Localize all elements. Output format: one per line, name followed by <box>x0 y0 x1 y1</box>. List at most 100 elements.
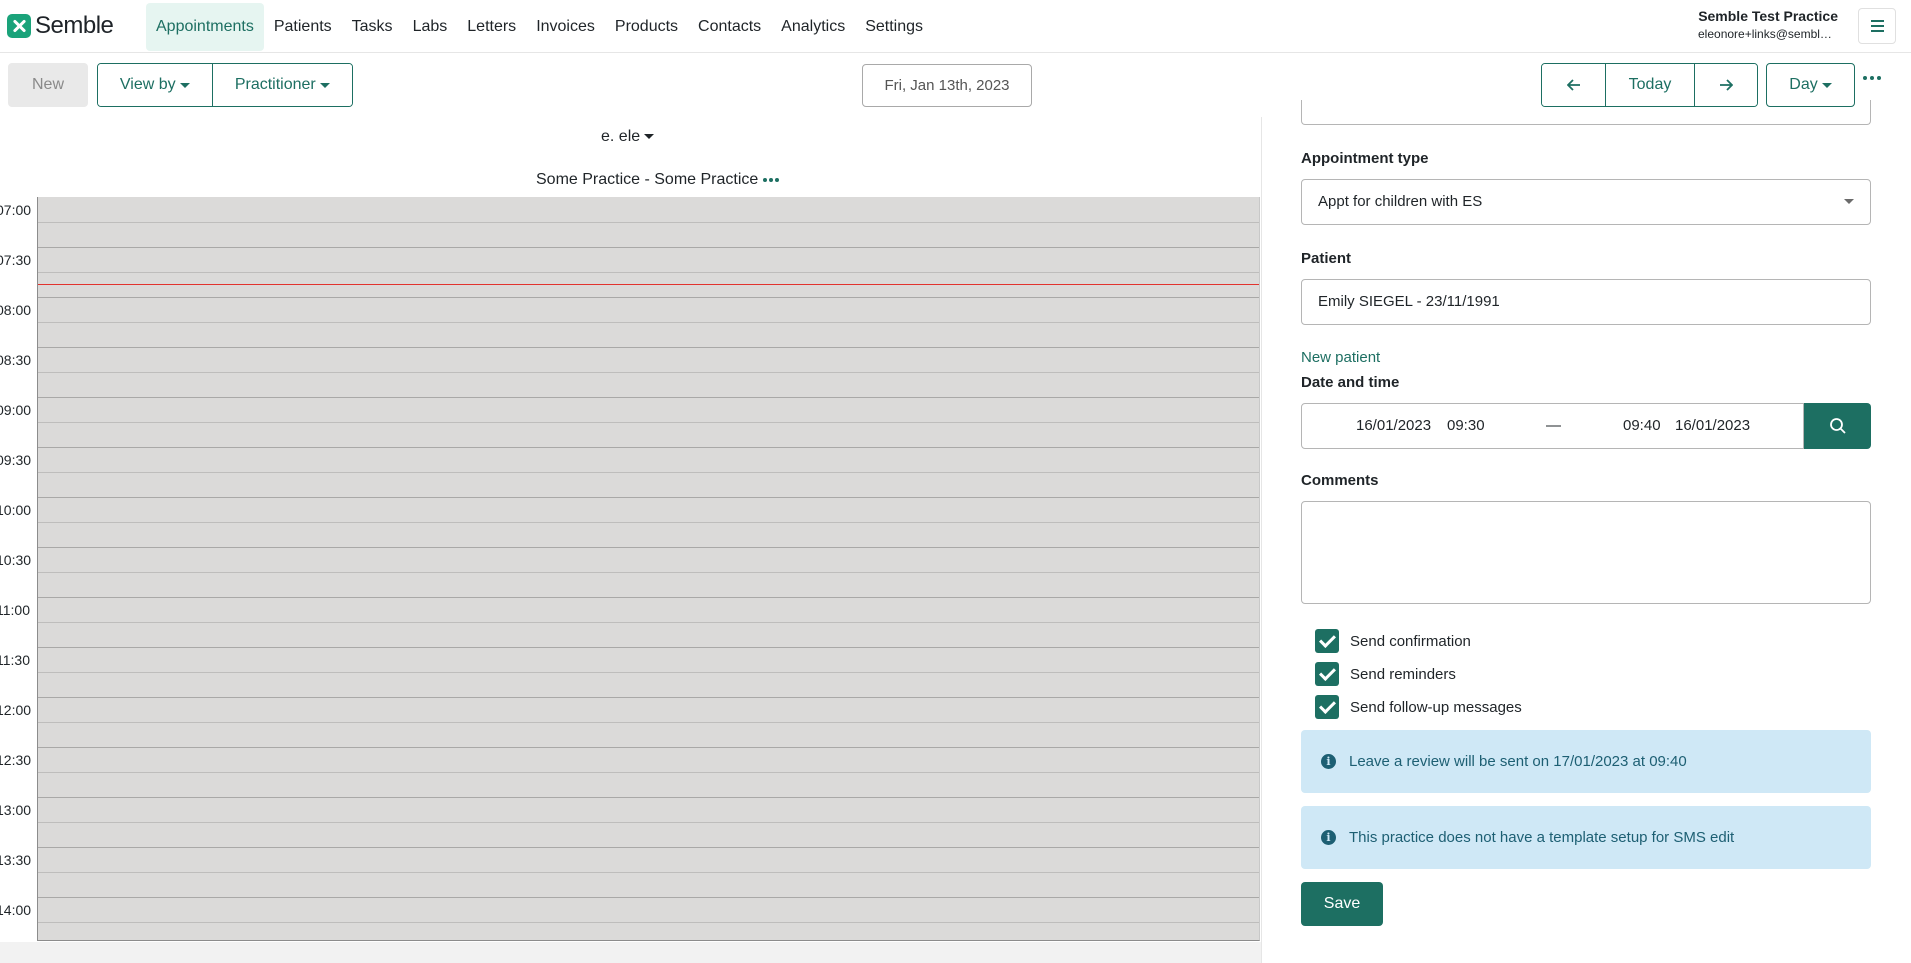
save-button[interactable]: Save <box>1301 882 1383 926</box>
time-label: 08:30 <box>0 352 32 368</box>
time-label: 11:30 <box>0 652 30 668</box>
calendar-slot-line <box>38 847 1259 848</box>
practitioner-dropdown[interactable]: Practitioner <box>211 64 352 106</box>
practice-name-label: Some Practice - Some Practice <box>536 171 759 188</box>
review-info-alert: i Leave a review will be sent on 17/01/2… <box>1301 730 1871 793</box>
time-label: 07:30 <box>0 252 32 268</box>
sms-template-text: This practice does not have a template s… <box>1349 829 1735 846</box>
time-label: 14:00 <box>0 902 32 918</box>
nav-item-products[interactable]: Products <box>605 3 688 51</box>
new-appointment-button[interactable]: New <box>8 63 88 107</box>
patient-label: Patient <box>1301 250 1352 267</box>
appointment-type-label: Appointment type <box>1301 150 1429 167</box>
view-by-label: View by <box>119 76 176 93</box>
view-mode-label: Day <box>1789 76 1818 93</box>
patient-input[interactable]: Emily SIEGEL - 23/11/1991 <box>1301 279 1871 325</box>
nav-item-analytics[interactable]: Analytics <box>771 3 855 51</box>
appointment-type-value: Appt for children with ES <box>1318 193 1483 210</box>
calendar-slot-line <box>38 497 1259 498</box>
date-time-label: Date and time <box>1301 374 1400 391</box>
send-follow-up-label: Send follow-up messages <box>1350 698 1522 716</box>
new-patient-link[interactable]: New patient <box>1301 349 1380 366</box>
time-label: 13:30 <box>0 852 32 868</box>
send-confirmation-label: Send confirmation <box>1350 632 1471 650</box>
chevron-down-icon <box>644 134 655 140</box>
calendar-slot-line <box>38 297 1259 298</box>
more-dots-icon <box>1863 76 1867 80</box>
arrow-right-icon <box>1720 79 1733 91</box>
calendar-slot-line <box>38 272 1259 273</box>
nav-item-settings[interactable]: Settings <box>855 3 933 51</box>
nav-item-invoices[interactable]: Invoices <box>526 3 605 51</box>
info-icon: i <box>1321 830 1336 845</box>
hamburger-menu-button[interactable] <box>1858 8 1896 44</box>
semble-logo-icon <box>7 14 31 38</box>
send-confirmation-checkbox[interactable]: Send confirmation <box>1315 629 1471 653</box>
end-time-input[interactable]: 09:40 <box>1623 417 1661 434</box>
calendar-slot-line <box>38 597 1259 598</box>
nav-item-labs[interactable]: Labs <box>403 3 458 51</box>
view-by-dropdown[interactable]: View by <box>98 64 212 106</box>
view-filter-group: View by Practitioner <box>97 63 353 107</box>
practice-options-icon[interactable] <box>763 178 780 182</box>
time-label: 08:00 <box>0 302 32 318</box>
end-date-input[interactable]: 16/01/2023 <box>1675 417 1750 434</box>
calendar-slot-line <box>38 322 1259 323</box>
practitioner-label: Practitioner <box>234 76 316 93</box>
nav-item-tasks[interactable]: Tasks <box>342 3 403 51</box>
nav-item-patients[interactable]: Patients <box>264 3 342 51</box>
calendar-slot-line <box>38 772 1259 773</box>
appointment-type-select[interactable]: Appt for children with ES <box>1301 179 1871 225</box>
search-icon <box>1829 418 1846 434</box>
arrow-left-icon <box>1566 79 1580 91</box>
practitioner-name: e. ele <box>601 128 641 145</box>
current-time-line <box>38 284 1259 285</box>
calendar-slot-line <box>38 822 1259 823</box>
chevron-down-icon <box>319 82 330 88</box>
calendar-slot-line <box>38 522 1259 523</box>
app-logo[interactable]: Semble <box>7 12 114 39</box>
app-name: Semble <box>35 12 114 39</box>
start-time-input[interactable]: 09:30 <box>1447 417 1485 434</box>
chevron-down-icon <box>179 82 190 88</box>
date-time-range: 16/01/2023 09:30 — 09:40 16/01/2023 <box>1301 403 1804 449</box>
calendar-slot-line <box>38 347 1259 348</box>
calendar-day-grid[interactable] <box>37 197 1260 941</box>
range-separator: — <box>1546 417 1561 434</box>
calendar-slot-line <box>38 922 1259 923</box>
practice-name: Semble Test Practice <box>1698 8 1838 24</box>
more-options-button[interactable] <box>1863 76 1881 80</box>
calendar-footer <box>0 942 1261 963</box>
calendar-slot-line <box>38 422 1259 423</box>
time-label: 09:30 <box>0 452 32 468</box>
nav-item-appointments[interactable]: Appointments <box>146 2 264 51</box>
calendar-slot-line <box>38 372 1259 373</box>
practice-column-header: Some Practice - Some Practice <box>536 171 780 189</box>
calendar-slot-line <box>38 797 1259 798</box>
calendar-slot-line <box>38 447 1259 448</box>
nav-item-letters[interactable]: Letters <box>457 3 526 51</box>
chevron-down-icon <box>1821 82 1832 88</box>
checkbox-checked-icon <box>1315 695 1339 719</box>
practitioner-column-header[interactable]: e. ele <box>601 128 655 146</box>
calendar-slot-line <box>38 547 1259 548</box>
calendar-slot-line <box>38 672 1259 673</box>
calendar-slot-line <box>38 247 1259 248</box>
date-picker-button[interactable]: Fri, Jan 13th, 2023 <box>862 64 1032 107</box>
send-follow-up-checkbox[interactable]: Send follow-up messages <box>1315 695 1522 719</box>
calendar-slot-line <box>38 697 1259 698</box>
main-nav: Appointments Patients Tasks Labs Letters… <box>146 0 933 53</box>
comments-textarea[interactable] <box>1301 501 1871 604</box>
start-date-input[interactable]: 16/01/2023 <box>1356 417 1431 434</box>
clipped-field[interactable] <box>1301 100 1871 125</box>
time-label: 09:00 <box>0 402 32 418</box>
chevron-down-icon <box>1844 199 1854 204</box>
nav-item-contacts[interactable]: Contacts <box>688 3 771 51</box>
calendar-slot-line <box>38 222 1259 223</box>
practice-info[interactable]: Semble Test Practice eleonore+links@semb… <box>1698 7 1838 43</box>
calendar-slot-line <box>38 872 1259 873</box>
checkbox-checked-icon <box>1315 629 1339 653</box>
search-availability-button[interactable] <box>1804 403 1871 449</box>
time-label: 13:00 <box>0 802 32 818</box>
send-reminders-checkbox[interactable]: Send reminders <box>1315 662 1456 686</box>
